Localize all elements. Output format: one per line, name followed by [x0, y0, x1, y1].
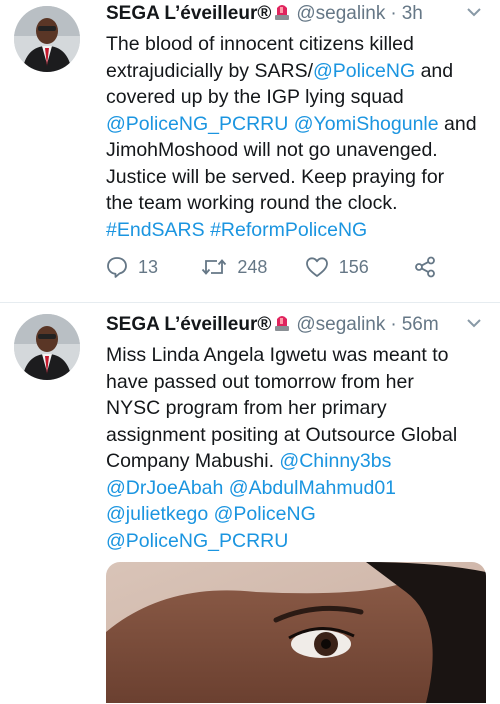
tweet-text-segment: assignment positing at Outsource Global: [106, 423, 458, 446]
retweet-button[interactable]: 248: [201, 256, 304, 278]
tweet-text-line: Company Mabushi. @Chinny3bs: [106, 448, 486, 475]
tweet-header: SEGA L’éveilleur® @segalink · 56m: [106, 311, 486, 339]
heart-icon: [305, 257, 328, 277]
tweet-text-segment: JimohMoshood will not go unavenged.: [106, 139, 438, 161]
tweet-text-segment: The blood of innocent citizens killed: [106, 33, 414, 55]
separator-dot: ·: [390, 314, 397, 335]
tweet-text-line: the team working round the clock.: [106, 190, 486, 217]
tweet-text-segment: Justice will be served. Keep praying for: [106, 165, 445, 188]
retweet-icon: [202, 259, 227, 275]
tweet-text: Miss Linda Angela Igwetu was meant to hav…: [106, 342, 486, 554]
display-name[interactable]: SEGA L’éveilleur®: [106, 3, 271, 25]
tweet-text-line: Miss Linda Angela Igwetu was meant to: [106, 342, 486, 369]
tweet-media-photo[interactable]: [106, 562, 486, 703]
mention-link[interactable]: @Chinny3bs: [279, 450, 391, 472]
tweet-text-line: assignment positing at Outsource Global: [106, 422, 486, 449]
tweet-text: The blood of innocent citizens killed ext…: [106, 31, 486, 243]
chevron-down-icon[interactable]: [466, 315, 482, 333]
tweet-header: SEGA L’éveilleur® @segalink · 3h: [106, 0, 486, 28]
share-button[interactable]: [414, 256, 436, 278]
tweet-text-line: NYSC program from her primary: [106, 395, 486, 422]
tweet-text-line: #EndSARS #ReformPoliceNG: [106, 217, 486, 244]
tweet-text-segment: Miss Linda Angela Igwetu was meant to: [106, 344, 449, 366]
tweet-text-line: @DrJoeAbah @AbdulMahmud01: [106, 475, 486, 502]
tweet-1[interactable]: SEGA L’éveilleur® @segalink · 3h The blo…: [0, 0, 500, 303]
reply-count: 13: [138, 256, 159, 277]
tweet-text-line: @julietkego @PoliceNG: [106, 501, 486, 528]
tweet-text-segment: NYSC program from her primary: [106, 397, 387, 419]
display-name[interactable]: SEGA L’éveilleur®: [106, 314, 271, 336]
hashtag-link[interactable]: #ReformPoliceNG: [210, 219, 367, 241]
like-button[interactable]: 156: [305, 256, 414, 278]
timestamp[interactable]: 3h: [402, 3, 423, 25]
mention-link[interactable]: @PoliceNG: [214, 503, 316, 525]
tweet-text-line: have passed out tomorrow from her: [106, 369, 486, 396]
hashtag-link[interactable]: #EndSARS: [106, 219, 205, 241]
mention-link[interactable]: @YomiShogunle: [294, 113, 439, 135]
reply-button[interactable]: 13: [106, 256, 201, 278]
tweet-text-line: JimohMoshood will not go unavenged.: [106, 137, 486, 164]
tweet-text-line: extrajudicially by SARS/@PoliceNG and: [106, 58, 486, 85]
tweet-text-line: The blood of innocent citizens killed: [106, 31, 486, 58]
tweet-text-segment: the team working round the clock.: [106, 192, 398, 214]
mention-link[interactable]: @PoliceNG_PCRRU: [106, 530, 288, 552]
tweet-text-line: Justice will be served. Keep praying for: [106, 164, 486, 191]
tweet-text-segment: and: [438, 112, 477, 135]
reply-icon: [107, 257, 127, 278]
tweet-text-segment: have passed out tomorrow from her: [106, 370, 414, 393]
timestamp[interactable]: 56m: [402, 314, 439, 336]
tweet-text-segment: Company Mabushi.: [106, 450, 280, 472]
handle[interactable]: @segalink: [296, 3, 385, 25]
handle[interactable]: @segalink: [296, 314, 385, 336]
chevron-down-icon[interactable]: [466, 4, 482, 22]
tweet-body: SEGA L’éveilleur® @segalink · 56m Miss L…: [106, 311, 486, 554]
mention-link[interactable]: @AbdulMahmud01: [229, 477, 396, 499]
siren-emoji-icon: [274, 313, 290, 338]
tweet-body: SEGA L’éveilleur® @segalink · 3h The blo…: [106, 0, 486, 243]
mention-link[interactable]: @DrJoeAbah: [106, 477, 223, 499]
siren-emoji-icon: [274, 2, 290, 27]
tweet-text-segment: and: [415, 59, 454, 82]
tweet-text-line: @PoliceNG_PCRRU: [106, 528, 486, 555]
like-count: 156: [338, 256, 369, 277]
mention-link[interactable]: @PoliceNG: [313, 60, 415, 82]
tweet-text-line: covered up by the IGP lying squad: [106, 84, 486, 111]
tweet-text-segment: extrajudicially by SARS/: [106, 59, 313, 82]
tweet-text-segment: covered up by the IGP lying squad: [106, 86, 404, 108]
tweet-actions: 13 248 156: [106, 252, 436, 282]
mention-link[interactable]: @julietkego: [106, 503, 208, 525]
share-icon: [415, 256, 435, 278]
mention-link[interactable]: @PoliceNG_PCRRU: [106, 113, 288, 135]
separator-dot: ·: [390, 3, 397, 24]
avatar[interactable]: [14, 314, 80, 380]
avatar[interactable]: [14, 6, 80, 72]
retweet-count: 248: [237, 256, 268, 277]
tweet-text-line: @PoliceNG_PCRRU @YomiShogunle and: [106, 111, 486, 138]
